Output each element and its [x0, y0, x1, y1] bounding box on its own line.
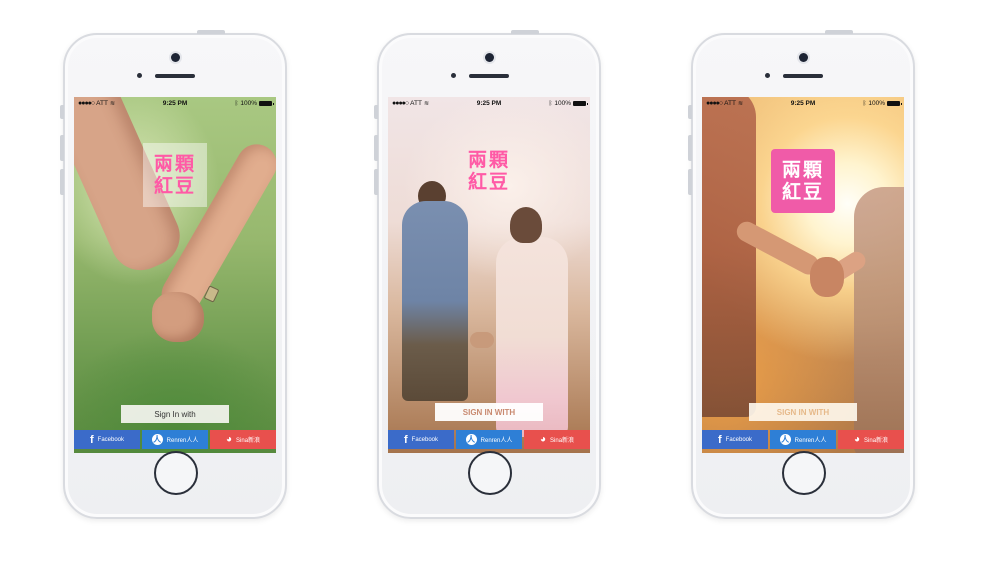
facebook-label: Facebook [725, 436, 753, 443]
sign-in-with-label: SIGN IN WITH [435, 403, 543, 421]
front-camera [170, 53, 180, 62]
sina-weibo-icon: ◕ [539, 434, 547, 445]
renren-login-button[interactable]: 人 Renren人人 [770, 430, 836, 449]
app-logo: 兩顆 紅豆 [143, 143, 207, 207]
earpiece-speaker [155, 74, 195, 78]
status-bar: ●●●●○ ATT ≋ 9:25 PM ᛒ 100% [388, 97, 590, 110]
facebook-login-button[interactable]: f Facebook [74, 430, 140, 449]
sina-label: Sina新浪 [864, 438, 889, 444]
renren-icon: 人 [465, 434, 477, 445]
wifi-icon: ≋ [737, 101, 743, 107]
home-button[interactable] [154, 451, 198, 495]
social-login-bar: f Facebook 人 Renren人人 ◕ Sina新浪 [74, 430, 276, 449]
sina-weibo-icon: ◕ [853, 434, 861, 445]
proximity-sensor [765, 73, 770, 78]
iphone-mockup-2: ●●●●○ ATT ≋ 9:25 PM ᛒ 100% 兩顆 紅豆 SIGN IN WI… [374, 30, 601, 519]
front-camera [484, 53, 494, 62]
earpiece-speaker [469, 74, 509, 78]
front-camera [798, 53, 808, 62]
battery-percent: 100% [554, 100, 572, 107]
wifi-icon: ≋ [109, 101, 115, 107]
sina-label: Sina新浪 [236, 438, 261, 444]
wifi-icon: ≋ [423, 101, 429, 107]
battery-percent: 100% [868, 100, 886, 107]
app-screen: ●●●●○ ATT ≋ 9:25 PM ᛒ 100% 兩顆 紅豆 Sign In wi… [74, 97, 276, 453]
app-screen: ●●●●○ ATT ≋ 9:25 PM ᛒ 100% 兩顆 紅豆 SIGN IN WI… [702, 97, 904, 453]
iphone-mockup-3: ●●●●○ ATT ≋ 9:25 PM ᛒ 100% 兩顆 紅豆 SIGN IN WI… [688, 30, 915, 519]
logo-line-1: 兩顆 [467, 149, 510, 171]
facebook-icon: f [403, 433, 408, 446]
app-logo: 兩顆 紅豆 [771, 149, 835, 213]
sign-in-with-label: SIGN IN WITH [749, 403, 857, 421]
battery-percent: 100% [240, 100, 258, 107]
carrier-label: ATT [724, 100, 736, 107]
logo-line-1: 兩顆 [781, 159, 824, 181]
renren-icon: 人 [151, 434, 163, 445]
renren-label: Renren人人 [166, 438, 199, 444]
logo-line-2: 紅豆 [781, 181, 824, 203]
iphone-mockup-1: ●●●●○ ATT ≋ 9:25 PM ᛒ 100% 兩顆 紅豆 Sign In wi… [60, 30, 287, 519]
social-login-bar: f Facebook 人 Renren人人 ◕ Sina新浪 [388, 430, 590, 449]
logo-line-1: 兩顆 [153, 153, 196, 175]
facebook-login-button[interactable]: f Facebook [388, 430, 454, 449]
status-bar: ●●●●○ ATT ≋ 9:25 PM ᛒ 100% [74, 97, 276, 110]
sina-login-button[interactable]: ◕ Sina新浪 [524, 430, 590, 449]
sina-weibo-icon: ◕ [225, 434, 233, 445]
signal-icon: ●●●●○ [78, 100, 95, 107]
proximity-sensor [137, 73, 142, 78]
facebook-label: Facebook [97, 436, 125, 443]
facebook-login-button[interactable]: f Facebook [702, 430, 768, 449]
carrier-label: ATT [96, 100, 108, 107]
time-label: 9:25 PM [790, 100, 816, 107]
facebook-icon: f [717, 433, 722, 446]
sina-login-button[interactable]: ◕ Sina新浪 [210, 430, 276, 449]
bluetooth-icon: ᛒ [862, 100, 867, 107]
logo-line-2: 紅豆 [467, 171, 510, 193]
app-screen: ●●●●○ ATT ≋ 9:25 PM ᛒ 100% 兩顆 紅豆 SIGN IN WI… [388, 97, 590, 453]
app-logo: 兩顆 紅豆 [457, 139, 521, 203]
battery-icon [259, 101, 275, 106]
earpiece-speaker [783, 74, 823, 78]
home-button[interactable] [468, 451, 512, 495]
facebook-icon: f [89, 433, 94, 446]
sina-login-button[interactable]: ◕ Sina新浪 [838, 430, 904, 449]
renren-login-button[interactable]: 人 Renren人人 [456, 430, 522, 449]
proximity-sensor [451, 73, 456, 78]
carrier-label: ATT [410, 100, 422, 107]
social-login-bar: f Facebook 人 Renren人人 ◕ Sina新浪 [702, 430, 904, 449]
battery-icon [573, 101, 589, 106]
sign-in-with-label: Sign In with [121, 405, 229, 423]
battery-icon [887, 101, 903, 106]
sina-label: Sina新浪 [550, 438, 575, 444]
bluetooth-icon: ᛒ [234, 100, 239, 107]
renren-label: Renren人人 [794, 438, 827, 444]
bluetooth-icon: ᛒ [548, 100, 553, 107]
signal-icon: ●●●●○ [392, 100, 409, 107]
home-button[interactable] [782, 451, 826, 495]
signal-icon: ●●●●○ [706, 100, 723, 107]
renren-label: Renren人人 [480, 438, 513, 444]
renren-login-button[interactable]: 人 Renren人人 [142, 430, 208, 449]
facebook-label: Facebook [411, 436, 439, 443]
renren-icon: 人 [779, 434, 791, 445]
time-label: 9:25 PM [162, 100, 188, 107]
logo-line-2: 紅豆 [153, 175, 196, 197]
time-label: 9:25 PM [476, 100, 502, 107]
status-bar: ●●●●○ ATT ≋ 9:25 PM ᛒ 100% [702, 97, 904, 110]
